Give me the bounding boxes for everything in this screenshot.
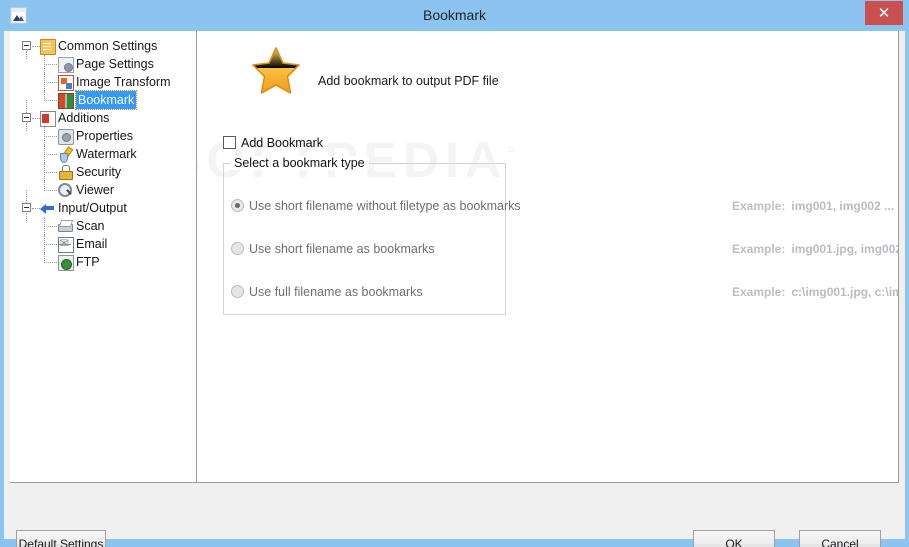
watermark-pen-icon (58, 147, 72, 163)
example-value: img001, img002 ... etc... (791, 199, 898, 213)
envelope-icon (58, 234, 74, 253)
sidebar-item-watermark[interactable]: Watermark (10, 145, 196, 163)
sidebar-item-label: Image Transform (76, 75, 171, 89)
sidebar-item-common-settings[interactable]: Common Settings (10, 37, 196, 59)
sidebar-item-viewer[interactable]: Viewer (10, 181, 196, 199)
settings-tree: Common Settings Page Settings Image Transf… (10, 31, 196, 271)
sidebar-item-ftp[interactable]: FTP (10, 253, 196, 271)
sidebar-item-properties[interactable]: Properties (10, 127, 196, 145)
tree-connector (32, 46, 40, 48)
add-bookmark-label: Add Bookmark (241, 136, 323, 150)
ok-button[interactable]: OK (693, 530, 775, 547)
settings-tree-scroll: Common Settings Page Settings Image Transf… (10, 31, 196, 482)
tree-connector-vertical (44, 73, 46, 91)
sidebar-item-label: Common Settings (58, 39, 158, 53)
settings-folder-icon (40, 39, 56, 55)
image-transform-icon (58, 75, 74, 91)
tree-collapse-icon[interactable] (22, 203, 31, 212)
pdf-document-icon (40, 111, 56, 127)
sidebar-item-label: FTP (76, 255, 100, 269)
magnifier-icon (58, 183, 72, 197)
sidebar-item-label: Email (76, 237, 108, 251)
page-gear-icon (58, 57, 74, 73)
radio-button[interactable] (231, 285, 244, 298)
tree-connector-vertical (44, 163, 46, 181)
sidebar-item-email[interactable]: Email (10, 234, 196, 253)
tree-connector-vertical (44, 127, 46, 145)
example-value: img001.jpg, img002.jpg ... etc... (791, 242, 898, 256)
tree-connector (32, 118, 40, 120)
tree-connector-vertical (44, 55, 46, 73)
cancel-button[interactable]: Cancel (799, 530, 881, 547)
default-settings-button[interactable]: Default Settings (16, 530, 106, 547)
sidebar-item-input-output[interactable]: Input/Output (10, 190, 196, 221)
example-row-1: Example: img001, img002 ... etc... (732, 198, 898, 214)
close-icon[interactable]: ✕ (865, 1, 903, 25)
sidebar-item-label: Input/Output (58, 201, 127, 215)
tree-connector-vertical (44, 181, 46, 191)
radio-button[interactable] (231, 242, 244, 255)
example-label: Example: (732, 285, 786, 299)
tree-collapse-icon[interactable] (22, 113, 31, 122)
example-row-2: Example: img001.jpg, img002.jpg ... etc..… (732, 241, 898, 257)
radio-label: Use full filename as bookmarks (249, 285, 423, 299)
title-bar: Bookmark ✕ (0, 0, 909, 31)
add-bookmark-checkbox[interactable] (223, 136, 236, 149)
tree-connector (32, 208, 40, 210)
tree-connector-vertical (44, 91, 46, 101)
ok-accelerator: O (725, 537, 735, 547)
radio-label: Use short filename without filetype as b… (249, 199, 521, 213)
sidebar-item-label: Watermark (76, 147, 137, 161)
dialog-client-area: Common Settings Page Settings Image Transf… (4, 31, 905, 547)
dialog-button-bar: Default Settings OK Cancel (4, 483, 905, 547)
example-label: Example: (732, 242, 786, 256)
bookmark-type-groupbox-title: Select a bookmark type (230, 156, 369, 170)
watermark-degree: ° (507, 143, 521, 164)
tree-collapse-icon[interactable] (22, 41, 31, 50)
globe-ftp-icon (58, 255, 74, 271)
sidebar-item-label: Page Settings (76, 57, 154, 71)
sidebar-item-label: Security (76, 165, 122, 179)
window-title: Bookmark (422, 7, 487, 23)
ok-rest: K (734, 537, 743, 547)
example-label: Example: (732, 199, 786, 213)
tree-connector-root (26, 190, 28, 203)
sidebar-item-scan[interactable]: Scan (10, 217, 196, 235)
example-value: c:\img001.jpg, c:\img002.jpg ... etc... (791, 285, 898, 299)
tree-connector-vertical (44, 217, 46, 235)
radio-button[interactable] (231, 199, 244, 212)
properties-icon (58, 129, 74, 145)
sidebar-item-label: Viewer (76, 183, 114, 197)
sidebar-item-label: Scan (76, 219, 105, 233)
sidebar-item-label: Properties (76, 129, 133, 143)
radio-label: Use short filename as bookmarks (249, 242, 435, 256)
scanner-icon (58, 219, 73, 233)
sidebar-item-bookmark[interactable]: Bookmark (10, 90, 196, 110)
pane-heading: Add bookmark to output PDF file (318, 74, 499, 88)
lock-icon (58, 165, 73, 180)
tree-connector-vertical (44, 253, 46, 263)
settings-tree-pane: Common Settings Page Settings Image Transf… (10, 31, 197, 483)
book-icon (58, 93, 74, 109)
tree-connector-root (26, 100, 28, 113)
tree-connector-vertical (44, 235, 46, 253)
example-row-3: Example: c:\img001.jpg, c:\img002.jpg ...… (732, 284, 898, 300)
bookmark-dialog-window: Bookmark ✕ Common Settings Page Settings I… (0, 0, 909, 547)
sidebar-item-page-settings[interactable]: Page Settings (10, 55, 196, 73)
bookmark-settings-pane: SOFTPEDIA° Add bookmark to output PDF fi… (197, 31, 899, 483)
sidebar-item-label: Additions (58, 111, 110, 125)
tree-connector-vertical (44, 145, 46, 163)
sidebar-item-label: Bookmark (74, 90, 138, 110)
sidebar-item-image-transform[interactable]: Image Transform (10, 73, 196, 91)
sidebar-item-additions[interactable]: Additions (10, 100, 196, 131)
sidebar-item-security[interactable]: Security (10, 163, 196, 181)
arrow-left-icon (40, 201, 54, 215)
star-icon (252, 47, 300, 94)
